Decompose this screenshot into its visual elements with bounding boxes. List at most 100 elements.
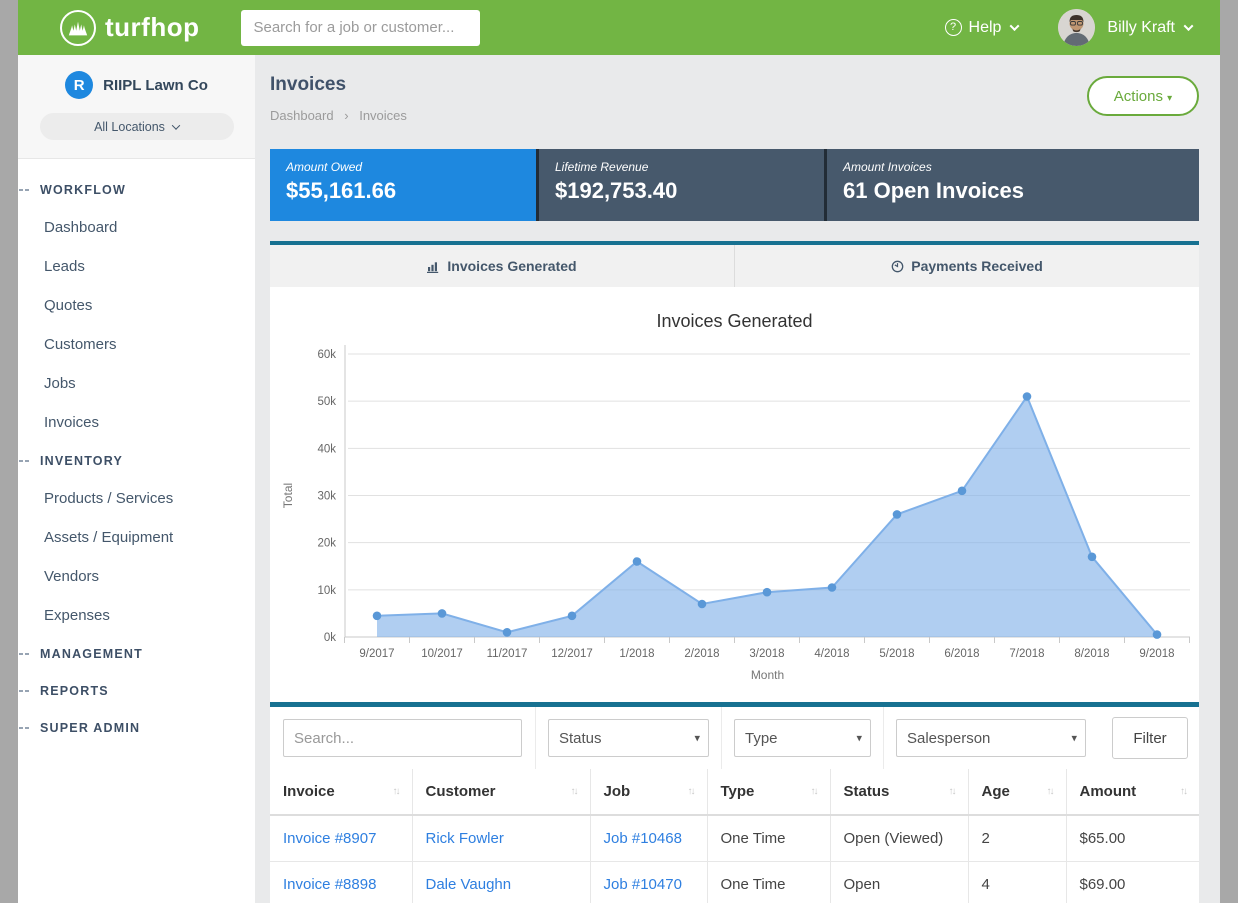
cell-type: One Time <box>707 815 830 861</box>
svg-text:5/2018: 5/2018 <box>879 648 914 660</box>
sidebar-item-customers[interactable]: Customers <box>18 325 255 364</box>
customer-link[interactable]: Dale Vaughn <box>426 876 512 893</box>
table-row: Invoice #8907 Rick Fowler Job #10468 One Ti… <box>270 815 1199 861</box>
column-header-type[interactable]: Type↑↓ <box>707 769 830 815</box>
sort-icon[interactable]: ↑↓ <box>949 786 955 797</box>
chart-title: Invoices Generated <box>270 287 1199 332</box>
sidebar-section-reports[interactable]: REPORTS <box>18 672 255 709</box>
svg-text:9/2017: 9/2017 <box>359 648 394 660</box>
grass-logo-icon <box>60 10 96 46</box>
sidebar-section-inventory[interactable]: INVENTORY <box>18 442 255 479</box>
svg-text:6/2018: 6/2018 <box>944 648 979 660</box>
salesperson-select[interactable]: Salesperson <box>896 719 1086 757</box>
sidebar-company-block: R RIIPL Lawn Co All Locations <box>18 55 255 159</box>
job-link[interactable]: Job #10470 <box>604 876 682 893</box>
customer-link[interactable]: Rick Fowler <box>426 830 504 847</box>
breadcrumb: Dashboard › Invoices <box>270 108 407 123</box>
column-header-amount[interactable]: Amount↑↓ <box>1066 769 1199 815</box>
top-navbar: turfhop ? Help <box>18 0 1220 55</box>
sort-icon[interactable]: ↑↓ <box>1047 786 1053 797</box>
sidebar-section-workflow[interactable]: WORKFLOW <box>18 171 255 208</box>
global-search-input[interactable] <box>241 10 480 46</box>
sidebar-item-vendors[interactable]: Vendors <box>18 557 255 596</box>
dashes-icon <box>19 653 32 655</box>
window-edge-left <box>0 0 18 903</box>
dashes-icon <box>19 690 32 692</box>
svg-text:60k: 60k <box>317 349 336 361</box>
column-header-job[interactable]: Job↑↓ <box>590 769 707 815</box>
stat-label: Amount Invoices <box>843 160 1183 174</box>
svg-text:7/2018: 7/2018 <box>1009 648 1044 660</box>
sidebar-section-management[interactable]: MANAGEMENT <box>18 635 255 672</box>
sidebar-item-dashboard[interactable]: Dashboard <box>18 208 255 247</box>
status-select[interactable]: Status <box>548 719 709 757</box>
svg-text:4/2018: 4/2018 <box>814 648 849 660</box>
breadcrumb-dashboard[interactable]: Dashboard <box>270 108 334 123</box>
stat-cards: Amount Owed$55,161.66Lifetime Revenue$19… <box>270 149 1199 221</box>
column-header-invoice[interactable]: Invoice↑↓ <box>270 769 412 815</box>
sidebar-item-invoices[interactable]: Invoices <box>18 403 255 442</box>
caret-down-icon: ▾ <box>1167 93 1172 104</box>
cell-job: Job #10468 <box>590 815 707 861</box>
chart-panel: Invoices Generated 0k10k20k30k40k50k60k9… <box>270 287 1199 702</box>
svg-text:40k: 40k <box>317 443 336 455</box>
cell-status: Open <box>830 861 968 903</box>
tab-payments-received[interactable]: Payments Received <box>734 245 1199 287</box>
sort-icon[interactable]: ↑↓ <box>688 786 694 797</box>
sort-icon[interactable]: ↑↓ <box>571 786 577 797</box>
user-menu[interactable]: Billy Kraft <box>1058 9 1192 46</box>
actions-button[interactable]: Actions ▾ <box>1087 76 1199 116</box>
tab-invoices-generated[interactable]: Invoices Generated <box>270 245 734 287</box>
main-content: Invoices Dashboard › Invoices Actions ▾ … <box>255 55 1220 903</box>
sidebar-section-super-admin[interactable]: SUPER ADMIN <box>18 709 255 746</box>
invoices-table: Invoice↑↓Customer↑↓Job↑↓Type↑↓Status↑↓Ag… <box>270 769 1199 903</box>
cell-amount: $65.00 <box>1066 815 1199 861</box>
svg-text:11/2017: 11/2017 <box>487 648 528 660</box>
invoice-link[interactable]: Invoice #8898 <box>283 876 376 893</box>
sidebar-item-assets-equipment[interactable]: Assets / Equipment <box>18 518 255 557</box>
brand-name: turfhop <box>105 12 199 43</box>
type-select[interactable]: Type <box>734 719 871 757</box>
cell-customer: Dale Vaughn <box>412 861 590 903</box>
table-search-input[interactable] <box>283 719 522 757</box>
location-selector[interactable]: All Locations <box>40 113 234 140</box>
user-name: Billy Kraft <box>1107 19 1175 37</box>
svg-text:30k: 30k <box>317 491 336 503</box>
company: R RIIPL Lawn Co <box>32 71 241 99</box>
svg-text:1/2018: 1/2018 <box>619 648 654 660</box>
cell-job: Job #10470 <box>590 861 707 903</box>
svg-text:0k: 0k <box>324 632 336 644</box>
svg-text:3/2018: 3/2018 <box>749 648 784 660</box>
location-selector-label: All Locations <box>94 120 165 134</box>
column-header-customer[interactable]: Customer↑↓ <box>412 769 590 815</box>
company-logo: R <box>65 71 93 99</box>
svg-text:2/2018: 2/2018 <box>684 648 719 660</box>
column-header-age[interactable]: Age↑↓ <box>968 769 1066 815</box>
status-select-wrap: Status <box>548 719 709 757</box>
sidebar-item-quotes[interactable]: Quotes <box>18 286 255 325</box>
job-link[interactable]: Job #10468 <box>604 830 682 847</box>
brand-logo[interactable]: turfhop <box>60 10 199 46</box>
cell-amount: $69.00 <box>1066 861 1199 903</box>
help-menu[interactable]: ? Help <box>945 19 1019 37</box>
sort-icon[interactable]: ↑↓ <box>811 786 817 797</box>
stat-card-amount-owed: Amount Owed$55,161.66 <box>270 149 536 221</box>
help-icon: ? <box>945 19 962 36</box>
svg-text:9/2018: 9/2018 <box>1139 648 1174 660</box>
column-header-status[interactable]: Status↑↓ <box>830 769 968 815</box>
dashes-icon <box>19 460 32 462</box>
sidebar-item-jobs[interactable]: Jobs <box>18 364 255 403</box>
stat-value: $192,753.40 <box>555 178 808 204</box>
sort-icon[interactable]: ↑↓ <box>1180 786 1186 797</box>
cell-invoice: Invoice #8898 <box>270 861 412 903</box>
sort-icon[interactable]: ↑↓ <box>393 786 399 797</box>
stat-value: 61 Open Invoices <box>843 178 1183 204</box>
chevron-down-icon <box>172 121 180 129</box>
sidebar-item-leads[interactable]: Leads <box>18 247 255 286</box>
filter-button[interactable]: Filter <box>1112 717 1188 759</box>
sidebar-item-expenses[interactable]: Expenses <box>18 596 255 635</box>
invoice-link[interactable]: Invoice #8907 <box>283 830 376 847</box>
sidebar-item-products-services[interactable]: Products / Services <box>18 479 255 518</box>
breadcrumb-separator: › <box>344 108 348 123</box>
svg-text:Total: Total <box>281 483 295 508</box>
